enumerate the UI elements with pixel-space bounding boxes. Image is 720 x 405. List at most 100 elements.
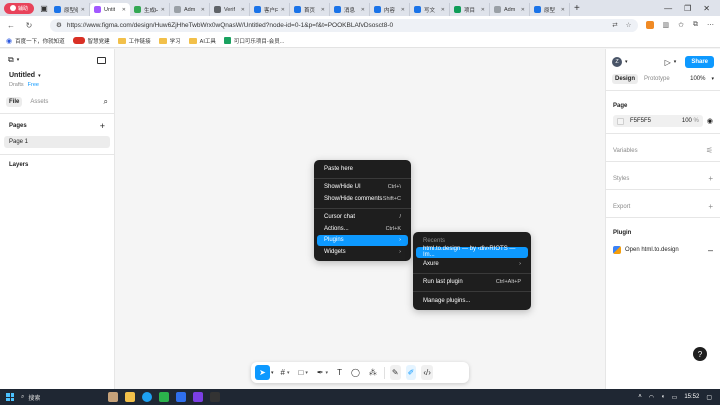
help-icon[interactable]: ? [693, 347, 707, 361]
chevron-down-icon[interactable]: ▾ [674, 59, 677, 65]
browser-tab[interactable]: 首页 ✕ [290, 3, 330, 16]
bookmark-folder[interactable]: 工作链接 [117, 37, 151, 45]
browser-tab[interactable]: Adm ✕ [490, 3, 530, 16]
share-button[interactable]: Share [685, 56, 714, 68]
translate-icon[interactable]: ⇄ [612, 21, 617, 29]
browser-tab[interactable]: 原型组 ✕ [50, 3, 90, 16]
tab-prototype[interactable]: Prototype [644, 76, 670, 82]
comment-tool-button[interactable]: ◯ [349, 365, 362, 380]
tab-assets[interactable]: Assets [30, 99, 48, 105]
menu-item-widgets[interactable]: Widgets › [317, 246, 408, 258]
bookmark-item[interactable]: ◉ 百度一下，你就知道 [6, 37, 65, 45]
tab-close-icon[interactable]: ✕ [281, 7, 285, 13]
browser-profile-button[interactable]: 辅助 [4, 2, 34, 14]
browser-tab[interactable]: Verif ✕ [210, 3, 250, 16]
notification-icon[interactable]: ▢ [706, 394, 712, 401]
bookmark-star-icon[interactable]: ☆ [626, 21, 632, 29]
tab-close-icon[interactable]: ✕ [161, 7, 165, 13]
tab-close-icon[interactable]: ✕ [201, 7, 205, 13]
taskbar-search[interactable]: ⌕ 搜索 [21, 393, 101, 402]
dev-mode-button[interactable]: ‹/› [421, 365, 433, 380]
extension-icon[interactable] [645, 21, 654, 29]
tab-file[interactable]: File [6, 97, 23, 107]
zoom-level[interactable]: 100% [690, 76, 705, 82]
wechat-icon[interactable] [159, 392, 169, 402]
shape-tool-button[interactable]: □ ▾ [296, 365, 309, 380]
new-tab-button[interactable]: + [574, 3, 580, 14]
tab-close-icon[interactable]: ✕ [441, 7, 445, 13]
minimize-icon[interactable]: — [664, 4, 672, 13]
bookmark-folder[interactable]: AI工具 [188, 37, 216, 45]
site-info-icon[interactable]: ⚙ [56, 21, 62, 29]
page-color-field[interactable]: F5F5F5 100 % [613, 115, 703, 127]
team-label[interactable]: Drafts [9, 82, 24, 88]
plugin-row[interactable]: Open html.to.design – [613, 245, 713, 255]
menu-item-show-hide-ui[interactable]: Show/Hide UI Ctrl+\ [317, 182, 408, 194]
frame-tool-button[interactable]: # ▾ [279, 365, 292, 380]
menu-item-actions[interactable]: Actions... Ctrl+K [317, 223, 408, 235]
tab-close-icon[interactable]: ✕ [401, 7, 405, 13]
menu-item-manage-plugins[interactable]: Manage plugins... [416, 295, 528, 307]
browser-tab[interactable]: 生成H ✕ [130, 3, 170, 16]
more-icon[interactable]: ⋯ [707, 21, 714, 29]
menu-item-run-last-plugin[interactable]: Run last plugin Ctrl+Alt+P [416, 277, 528, 289]
browser-tab[interactable]: 项目 ✕ [450, 3, 490, 16]
browser-tab[interactable]: 原型 ✕ [530, 3, 570, 16]
tab-close-icon[interactable]: ✕ [241, 7, 245, 13]
clock[interactable]: 15:52 [684, 394, 699, 400]
favorites-icon[interactable]: ✩ [678, 21, 684, 29]
tab-design[interactable]: Design [612, 74, 639, 84]
color-swatch[interactable] [617, 117, 624, 125]
file-explorer-icon[interactable] [125, 392, 135, 402]
taskbar-app-icon[interactable] [108, 392, 118, 402]
menu-item-html-to-design[interactable]: html.to.design — by ‹div›RIOTS — Im... [416, 246, 528, 258]
battery-icon[interactable]: ▭ [672, 394, 678, 401]
browser-tab[interactable]: 内容 ✕ [370, 3, 410, 16]
collections-icon[interactable]: ⧉ [693, 21, 698, 29]
move-tool-button[interactable]: ➤ [255, 365, 270, 380]
app-icon[interactable] [193, 392, 203, 402]
menu-item-plugins[interactable]: Plugins › [317, 234, 408, 246]
panel-toggle-icon[interactable] [97, 56, 106, 64]
avatar[interactable]: Z [612, 57, 622, 67]
menu-item-paste-here[interactable]: Paste here [317, 163, 408, 175]
tab-close-icon[interactable]: ✕ [81, 7, 85, 13]
present-icon[interactable]: ▷ [665, 58, 671, 67]
tab-close-icon[interactable]: ✕ [481, 7, 485, 13]
bookmark-folder[interactable]: 学习 [158, 37, 181, 45]
figma-menu-icon[interactable]: ⧉ [8, 55, 14, 65]
app-icon[interactable] [176, 392, 186, 402]
browser-tab[interactable]: Adm ✕ [170, 3, 210, 16]
add-export-icon[interactable]: + [708, 202, 713, 211]
tab-close-icon[interactable]: ✕ [122, 7, 126, 13]
tab-close-icon[interactable]: ✕ [561, 7, 565, 13]
actions-tool-button[interactable]: ⁂ [367, 365, 379, 380]
tab-actions-icon[interactable]: ▣ [38, 2, 50, 14]
volume-icon[interactable]: ◖ [661, 394, 665, 400]
tab-close-icon[interactable]: ✕ [321, 7, 325, 13]
browser-tab[interactable]: 消息 ✕ [330, 3, 370, 16]
browser-tab[interactable]: Untit ✕ [90, 3, 130, 16]
file-name[interactable]: Untitled ▾ [0, 72, 114, 79]
close-window-icon[interactable]: ✕ [703, 4, 710, 13]
sliders-icon[interactable]: ⚟ [706, 146, 713, 155]
text-tool-button[interactable]: T [335, 365, 344, 380]
back-icon[interactable]: ← [6, 21, 16, 30]
browser-tab[interactable]: 客户F ✕ [250, 3, 290, 16]
reload-icon[interactable]: ↻ [24, 21, 34, 30]
chevron-down-icon[interactable]: ▾ [711, 76, 714, 82]
windows-start-icon[interactable] [6, 393, 14, 401]
menu-item-show-hide-comments[interactable]: Show/Hide comments Shift+C [317, 193, 408, 205]
eye-icon[interactable]: ◉ [707, 117, 713, 125]
bookmark-item[interactable]: 可口可乐项目-会员... [223, 37, 284, 45]
minus-icon[interactable]: – [708, 245, 713, 255]
wifi-icon[interactable]: ◠ [649, 394, 654, 401]
design-mode-button[interactable]: ✐ [405, 365, 417, 380]
chevron-down-icon[interactable]: ▾ [625, 59, 628, 65]
app-icon[interactable] [210, 392, 220, 402]
browser-tab[interactable]: 写文 ✕ [410, 3, 450, 16]
page-item[interactable]: Page 1 [4, 136, 110, 148]
bookmark-item[interactable]: 智慧党建 [72, 37, 110, 45]
pen-tool-button[interactable]: ✒ ▾ [315, 365, 330, 380]
chevron-down-icon[interactable]: ▾ [17, 57, 20, 63]
